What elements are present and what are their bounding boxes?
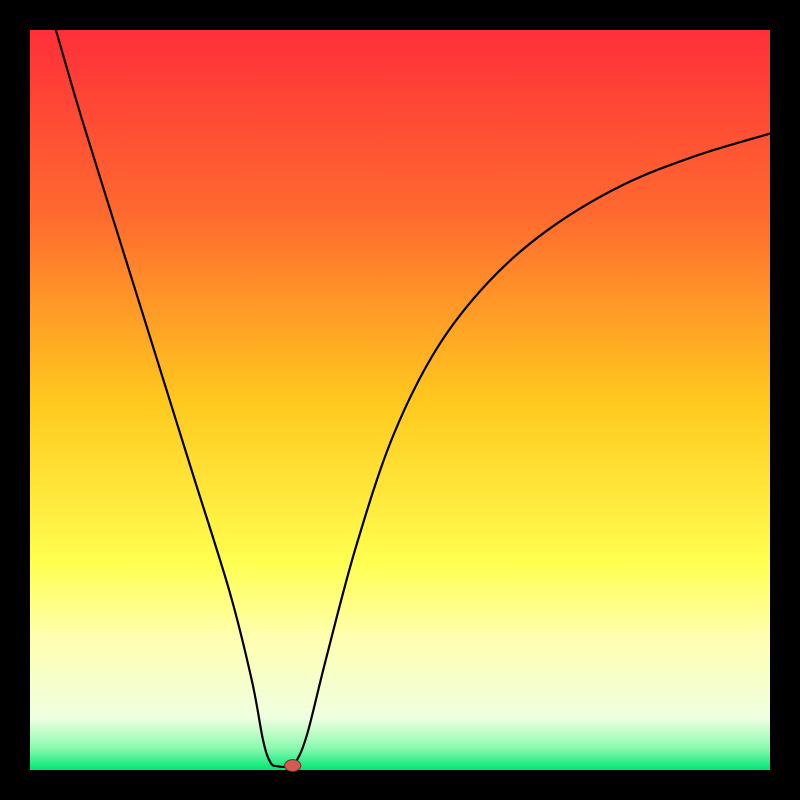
chart-svg	[0, 0, 800, 800]
sweet-spot-marker	[285, 760, 301, 772]
chart-frame: TheBottleneck.com	[0, 0, 800, 800]
chart-plot-background	[30, 30, 770, 770]
